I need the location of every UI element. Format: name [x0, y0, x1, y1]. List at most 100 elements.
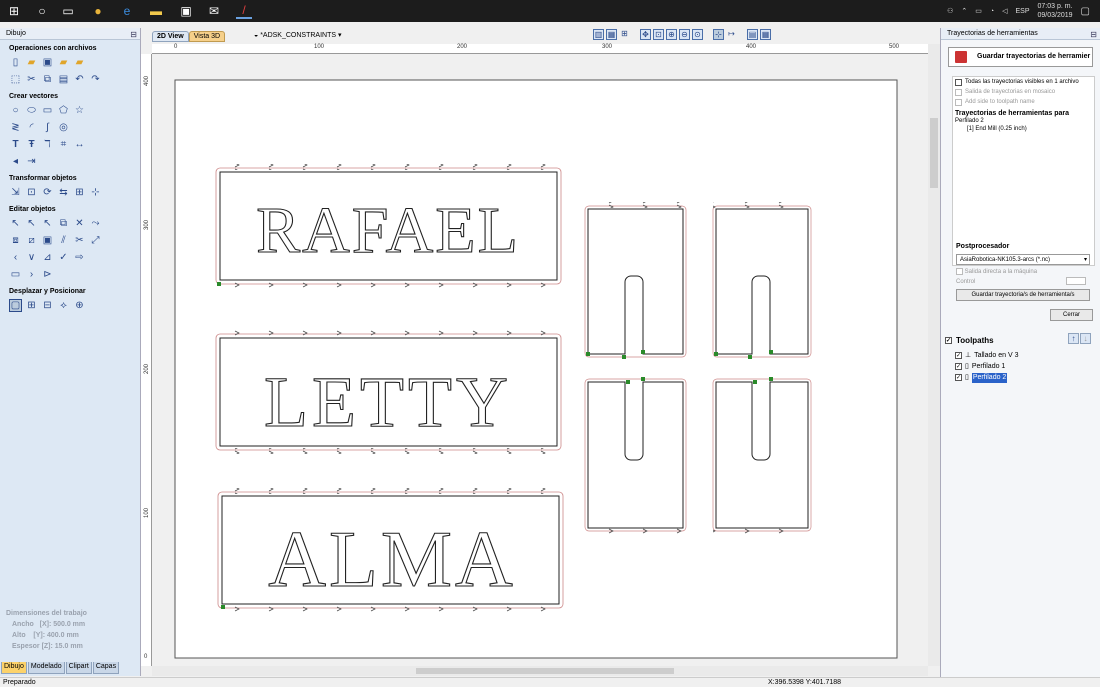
spiral-icon[interactable]: ◎ — [57, 121, 70, 134]
join-icon[interactable]: ⤳ — [89, 217, 102, 230]
pan-icon[interactable]: ✥ — [640, 29, 651, 40]
checkbox[interactable]: ✓ — [955, 374, 962, 381]
vertical-scroll-thumb[interactable] — [930, 118, 938, 188]
volume-icon[interactable]: ◁ — [1002, 7, 1007, 15]
copy-icon[interactable]: ⧉ — [41, 73, 54, 86]
tab-dibujo[interactable]: Dibujo — [1, 662, 27, 674]
ungroup-icon[interactable]: ✕ — [73, 217, 86, 230]
curve-icon[interactable]: ∫ — [41, 121, 54, 134]
polygon-icon[interactable]: ⬠ — [57, 104, 70, 117]
paste-icon[interactable]: ▤ — [57, 73, 70, 86]
weld-icon[interactable]: ⧈ — [9, 234, 22, 247]
import-icon[interactable]: ▰ — [57, 56, 70, 69]
folder-icon[interactable]: ▬ — [148, 3, 164, 19]
people-icon[interactable]: ⚇ — [947, 7, 953, 15]
tab-icon[interactable]: › — [25, 268, 38, 281]
close-button[interactable]: Cerrar — [1050, 309, 1093, 321]
vcarve-app-icon[interactable]: / — [236, 3, 252, 19]
store-icon[interactable]: ▣ — [178, 3, 194, 19]
text-icon[interactable]: T — [9, 138, 22, 151]
zoom-in-icon[interactable]: ⊕ — [666, 29, 677, 40]
snap-grid-icon[interactable]: ⊞ — [619, 29, 630, 40]
trim-icon[interactable]: ⫽ — [57, 234, 70, 247]
scale-icon[interactable]: ⊡ — [25, 186, 38, 199]
document-selector[interactable]: ◒ *ADSK_CONSTRAINTS ▾ — [254, 31, 342, 39]
arc-icon[interactable]: ◜ — [25, 121, 38, 134]
checkbox-all[interactable]: ✓ — [945, 336, 952, 344]
intersect-icon[interactable]: ▣ — [41, 234, 54, 247]
checkbox[interactable]: ✓ — [955, 363, 962, 370]
toolpath-item[interactable]: ✓ ⊥ Tallado en V 3 — [945, 350, 1097, 361]
layers-icon[interactable]: ▤ — [747, 29, 758, 40]
horizontal-scrollbar[interactable] — [152, 666, 928, 676]
chrome-icon[interactable]: ● — [90, 3, 106, 19]
save-icon[interactable]: ▣ — [41, 56, 54, 69]
transform-select-icon[interactable]: ↖ — [41, 217, 54, 230]
task-view-icon[interactable]: ▭ — [60, 3, 76, 19]
cut-icon[interactable]: ✂ — [25, 73, 38, 86]
edge-icon[interactable]: e — [119, 3, 135, 19]
tab-modelado[interactable]: Modelado — [27, 662, 65, 674]
opt-visible-row[interactable]: Todas las trayectorias visibles en 1 arc… — [953, 77, 1094, 87]
snap-icon[interactable]: ⊹ — [713, 29, 724, 40]
fillet-icon[interactable]: ⤢ — [89, 234, 102, 247]
windows-start-icon[interactable]: ⊞ — [6, 3, 22, 19]
chevron-up-icon[interactable]: ⌃ — [961, 7, 967, 15]
star-icon[interactable]: ☆ — [73, 104, 86, 117]
mail-icon[interactable]: ✉ — [206, 3, 222, 19]
node-edit-icon[interactable]: ◂ — [9, 155, 22, 168]
mirror-icon[interactable]: ⇆ — [57, 186, 70, 199]
array-icon[interactable]: ▭ — [9, 268, 22, 281]
align-icon[interactable]: ⊞ — [73, 186, 86, 199]
select-icon[interactable]: ↖ — [9, 217, 22, 230]
battery-icon[interactable]: ▭ — [975, 7, 982, 15]
extend-icon[interactable]: ‹ — [9, 251, 22, 264]
dimension-icon[interactable]: ↔ — [73, 138, 86, 151]
open-file-icon[interactable]: ▰ — [25, 56, 38, 69]
pin-icon[interactable]: ⊟ — [130, 29, 137, 41]
position-icon[interactable]: ▢ — [9, 299, 22, 312]
checkbox[interactable]: ✓ — [955, 352, 962, 359]
redo-icon[interactable]: ↷ — [89, 73, 102, 86]
ellipse-icon[interactable]: ⬭ — [25, 104, 38, 117]
group-icon[interactable]: ⧉ — [57, 217, 70, 230]
node-select-icon[interactable]: ↖ — [25, 217, 38, 230]
move-down-icon[interactable]: ↓ — [1080, 333, 1091, 344]
search-icon[interactable]: ○ — [34, 3, 50, 19]
text-on-curve-icon[interactable]: ℸ — [41, 138, 54, 151]
auto-layout-icon[interactable]: ⌗ — [57, 138, 70, 151]
move-icon[interactable]: ⇲ — [9, 186, 22, 199]
measure-icon[interactable]: ↦ — [726, 29, 737, 40]
subtract-icon[interactable]: ⧄ — [25, 234, 38, 247]
wifi-icon[interactable]: ◔ — [990, 8, 994, 15]
tab-clipart[interactable]: Clipart — [65, 662, 92, 674]
toolpath-item-selected[interactable]: ✓ ▯ Perfilado 2 — [945, 372, 1097, 383]
nest-icon[interactable]: ⇨ — [73, 251, 86, 264]
scissors-icon[interactable]: ✂ — [73, 234, 86, 247]
tab-3d-view[interactable]: Vista 3D — [188, 31, 226, 42]
horizontal-scroll-thumb[interactable] — [416, 668, 674, 674]
postprocessor-select[interactable]: AsiaRobotica-NK105.3-arcs (*.nc) ▾ — [956, 254, 1090, 265]
guide-icon[interactable]: ⊟ — [41, 299, 54, 312]
rectangle-icon[interactable]: ▭ — [41, 104, 54, 117]
smooth-icon[interactable]: ✓ — [57, 251, 70, 264]
circle-icon[interactable]: ○ — [9, 104, 22, 117]
vertical-scrollbar[interactable] — [928, 44, 940, 666]
zoom-out-icon[interactable]: ⊖ — [679, 29, 690, 40]
clock[interactable]: 07:03 p. m. 09/03/2019 — [1038, 2, 1073, 20]
tab-capas[interactable]: Capas — [92, 662, 120, 674]
toolpath-item[interactable]: ✓ ▯ Perfilado 1 — [945, 361, 1097, 372]
save-paths-button[interactable]: Guardar trayectoria/s de herramienta/s — [956, 289, 1090, 301]
zoom-fit-icon[interactable]: ⊙ — [692, 29, 703, 40]
center-icon[interactable]: ⊕ — [73, 299, 86, 312]
view-grid-toggle-icon[interactable]: ▦ — [606, 29, 617, 40]
offset-icon[interactable]: ⊿ — [41, 251, 54, 264]
snap-grid-icon[interactable]: ⊞ — [25, 299, 38, 312]
properties-icon[interactable]: ▦ — [760, 29, 771, 40]
import-folder-icon[interactable]: ▰ — [73, 56, 86, 69]
move-up-icon[interactable]: ↑ — [1068, 333, 1079, 344]
text-box-icon[interactable]: Ŧ — [25, 138, 38, 151]
nesting-icon[interactable]: ⟡ — [57, 299, 70, 312]
measure-icon[interactable]: ⇥ — [25, 155, 38, 168]
rotate-icon[interactable]: ⟳ — [41, 186, 54, 199]
